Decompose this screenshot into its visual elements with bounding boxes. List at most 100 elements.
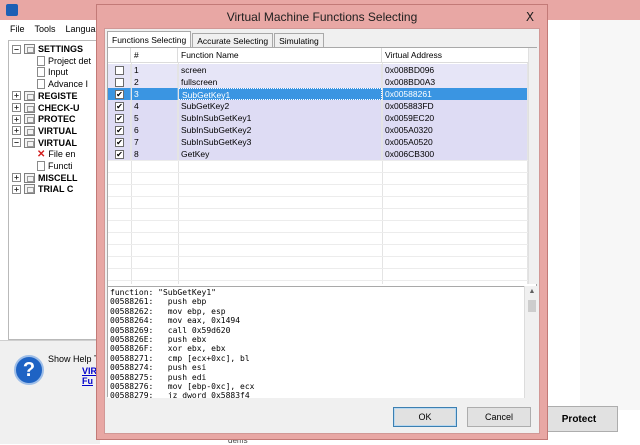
tree-item[interactable]: + VIRTUAL xyxy=(12,125,77,137)
header-virtual-address[interactable]: Virtual Address xyxy=(382,48,528,63)
tree-item[interactable]: Functi xyxy=(37,160,73,172)
help-link-vir[interactable]: VIR xyxy=(82,366,97,376)
folder-icon xyxy=(24,125,35,136)
disassembly-line: 00588279: jz dword 0x5883f4 xyxy=(110,391,250,398)
function-row[interactable]: ✔ 6 SubInSubGetKey2 0x005A0320 xyxy=(108,124,528,136)
tree-item[interactable]: Input xyxy=(37,66,68,78)
function-row[interactable]: 2 fullscreen 0x008BD0A3 xyxy=(108,76,528,88)
tab-simulating[interactable]: Simulating xyxy=(274,33,324,48)
dialog-client-area: Functions Selecting Accurate Selecting S… xyxy=(104,28,540,434)
ok-button[interactable]: OK xyxy=(393,407,457,427)
checkbox-unchecked[interactable] xyxy=(115,78,124,87)
empty-grid-line xyxy=(108,208,528,209)
function-row[interactable]: ✔ 7 SubInSubGetKey3 0x005A0520 xyxy=(108,136,528,148)
functions-grid[interactable]: # Function Name Virtual Address 1 screen 0… xyxy=(108,48,528,284)
checkbox-checked[interactable]: ✔ xyxy=(115,90,124,99)
row-check-cell: ✔ xyxy=(108,136,131,148)
protect-button[interactable]: Protect xyxy=(540,406,618,432)
grid-header: # Function Name Virtual Address xyxy=(108,48,528,63)
checkbox-checked[interactable]: ✔ xyxy=(115,138,124,147)
expand-icon[interactable]: + xyxy=(12,173,21,183)
tree-item-label: TRIAL C xyxy=(38,184,74,195)
function-row[interactable]: ✔ 4 SubGetKey2 0x005883FD xyxy=(108,100,528,112)
tree-item-label: SETTINGS xyxy=(38,44,84,54)
checkbox-unchecked[interactable] xyxy=(115,66,124,75)
page-icon xyxy=(37,67,45,78)
checkbox-checked[interactable]: ✔ xyxy=(115,126,124,135)
close-icon[interactable]: X xyxy=(523,11,537,23)
menu-language[interactable]: Langua xyxy=(66,24,96,34)
collapse-icon[interactable]: − xyxy=(12,138,21,148)
tree-item[interactable]: Project det xyxy=(37,55,91,67)
row-number: 3 xyxy=(131,88,178,100)
app-icon xyxy=(6,4,18,16)
row-number: 7 xyxy=(131,136,178,148)
row-function-name: SubGetKey1 xyxy=(178,88,382,100)
tree-item-label: MISCELL xyxy=(38,172,78,183)
expand-icon[interactable]: + xyxy=(12,114,21,124)
disassembly-text: function: "SubGetKey1" 00588261: push ebp… xyxy=(108,287,524,398)
empty-grid-line xyxy=(108,172,528,173)
empty-grid-line xyxy=(108,220,528,221)
page-icon xyxy=(37,79,45,90)
cancel-button[interactable]: Cancel xyxy=(467,407,531,427)
tree-item[interactable]: + PROTEC xyxy=(12,113,76,125)
disassembly-line: 00588269: call 0x59d620 xyxy=(110,325,231,335)
folder-icon xyxy=(24,114,35,125)
function-row[interactable]: ✔ 3 SubGetKey1 0x00588261 xyxy=(108,88,528,100)
expand-icon[interactable]: + xyxy=(12,103,21,112)
folder-icon xyxy=(24,102,35,113)
expand-icon[interactable]: + xyxy=(12,184,21,194)
grid-divider xyxy=(131,63,132,284)
checkbox-checked[interactable]: ✔ xyxy=(115,102,124,111)
tab-functions-selecting[interactable]: Functions Selecting xyxy=(107,31,192,48)
tree-item[interactable]: Advance I xyxy=(37,78,88,90)
function-row[interactable]: ✔ 8 GetKey 0x006CB300 xyxy=(108,148,528,160)
row-number: 8 xyxy=(131,148,178,160)
disassembly-view[interactable]: function: "SubGetKey1" 00588261: push ebp… xyxy=(108,286,524,398)
function-row[interactable]: 1 screen 0x008BD096 xyxy=(108,64,528,76)
background-right-strip xyxy=(580,20,640,410)
tree-item[interactable]: ✕ File en xyxy=(37,148,75,160)
collapse-icon[interactable]: − xyxy=(12,44,21,54)
scroll-thumb[interactable] xyxy=(528,300,536,312)
row-check-cell: ✔ xyxy=(108,124,131,136)
row-virtual-address: 0x005A0320 xyxy=(382,124,528,136)
empty-grid-line xyxy=(108,268,528,269)
empty-grid-line xyxy=(108,160,528,161)
help-icon[interactable]: ? xyxy=(14,355,44,385)
tree-item-label: VIRTUAL xyxy=(38,137,77,148)
disassembly-line: 00588271: cmp [ecx+0xc], bl xyxy=(110,353,250,363)
checkbox-checked[interactable]: ✔ xyxy=(115,150,124,159)
functions-dialog: Virtual Machine Functions Selecting X Fu… xyxy=(96,4,548,440)
grid-side-strip xyxy=(528,48,538,284)
expand-icon[interactable]: + xyxy=(12,91,21,101)
tree-item[interactable]: + MISCELL xyxy=(12,172,78,184)
row-virtual-address: 0x008BD096 xyxy=(382,64,528,76)
header-number[interactable]: # xyxy=(131,48,178,63)
disassembly-scrollbar[interactable]: ▲ xyxy=(524,286,538,398)
disassembly-line: function: "SubGetKey1" xyxy=(110,288,216,297)
menu-file[interactable]: File xyxy=(10,24,25,34)
folder-icon xyxy=(24,90,35,101)
tree-item[interactable]: + TRIAL C xyxy=(12,183,73,195)
help-link-fu[interactable]: Fu xyxy=(82,376,93,386)
tree-item[interactable]: − VIRTUAL xyxy=(12,137,77,149)
checkbox-checked[interactable]: ✔ xyxy=(115,114,124,123)
tree-item[interactable]: + REGISTE xyxy=(12,90,78,102)
tree-item[interactable]: + CHECK-U xyxy=(12,102,80,114)
row-function-name: SubGetKey2 xyxy=(178,100,382,112)
menu-tools[interactable]: Tools xyxy=(35,24,56,34)
scroll-up-icon[interactable]: ▲ xyxy=(528,288,536,296)
row-function-name: SubInSubGetKey2 xyxy=(178,124,382,136)
row-function-name: fullscreen xyxy=(178,76,382,88)
expand-icon[interactable]: + xyxy=(12,126,21,136)
header-function-name[interactable]: Function Name xyxy=(178,48,382,63)
settings-tree[interactable]: − SETTINGS Project det Input Advance I + REGIS… xyxy=(8,40,100,340)
disassembly-line: 0058826E: push ebx xyxy=(110,335,207,345)
tab-accurate-selecting[interactable]: Accurate Selecting xyxy=(192,33,274,48)
tree-item[interactable]: − SETTINGS xyxy=(12,43,83,55)
function-row[interactable]: ✔ 5 SubInSubGetKey1 0x0059EC20 xyxy=(108,112,528,124)
tree-item-label: VIRTUAL xyxy=(38,125,77,136)
tree-item-label: PROTEC xyxy=(38,114,76,125)
